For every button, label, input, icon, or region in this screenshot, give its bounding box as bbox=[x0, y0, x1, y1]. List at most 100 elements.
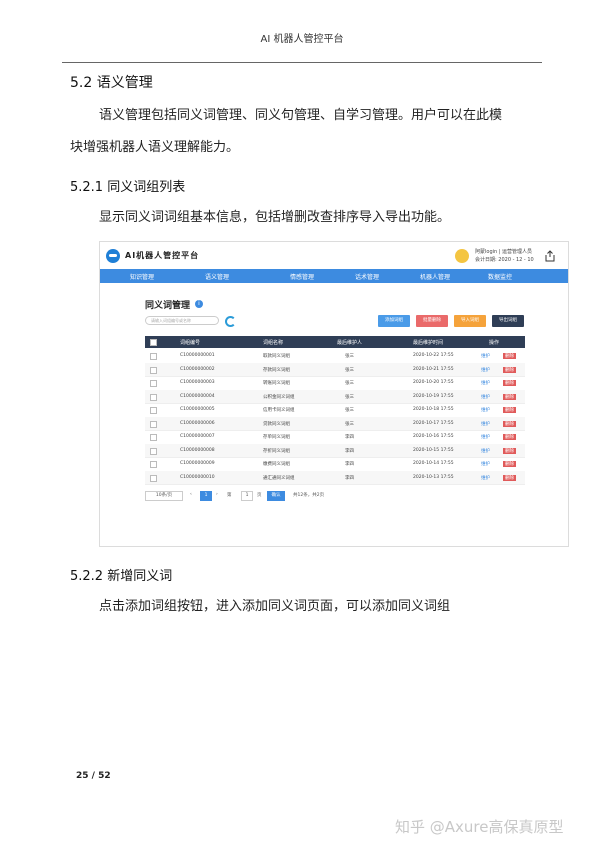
nav-item-knowledge[interactable]: 知识管理 bbox=[130, 272, 154, 281]
maintain-link[interactable]: 维护 bbox=[481, 421, 490, 427]
delete-button[interactable]: 删除 bbox=[503, 434, 516, 440]
cell-time: 2020-10-18 17:55 bbox=[413, 407, 454, 412]
row-checkbox[interactable] bbox=[150, 353, 157, 360]
maintain-link[interactable]: 维护 bbox=[481, 434, 490, 440]
cell-maintainer: 李四 bbox=[345, 462, 354, 467]
table-row: C10000000002 存款同义词组 张三 2020-10-21 17:55 维护 删除 bbox=[145, 362, 525, 377]
row-checkbox[interactable] bbox=[150, 366, 157, 374]
prev-page-icon[interactable]: ‹ bbox=[190, 492, 192, 497]
pagination-total: 共12条，共2页 bbox=[293, 493, 325, 498]
table-row: C10000000007 存单同义词组 李四 2020-10-16 17:55 维护 删除 bbox=[145, 430, 525, 445]
table-row: C10000000005 信用卡同义词组 张三 2020-10-18 17:55 维护 删… bbox=[145, 403, 525, 418]
maintain-link[interactable]: 维护 bbox=[481, 448, 490, 454]
cell-id: C10000000003 bbox=[180, 380, 215, 385]
goto-prefix: 第 bbox=[227, 493, 232, 498]
page-number: 25 / 52 bbox=[76, 771, 111, 781]
paragraph-1-line-1: 语义管理包括同义词管理、同义句管理、自学习管理。用户可以在此模 bbox=[99, 108, 503, 123]
cell-time: 2020-10-14 17:55 bbox=[413, 461, 454, 466]
row-checkbox[interactable] bbox=[150, 474, 157, 482]
next-page-icon[interactable]: › bbox=[216, 492, 218, 497]
row-checkbox[interactable] bbox=[150, 420, 157, 428]
app-logo-icon bbox=[106, 249, 120, 263]
cell-id: C10000000008 bbox=[180, 447, 215, 453]
row-checkbox[interactable] bbox=[150, 434, 157, 441]
cell-id: C10000000010 bbox=[180, 474, 215, 480]
maintain-link[interactable]: 维护 bbox=[481, 380, 490, 386]
pagination: 10条/页 ‹ 1 › 第 1 页 确认 共12条，共2页 bbox=[145, 491, 525, 503]
cell-maintainer: 张三 bbox=[345, 354, 354, 359]
delete-button[interactable]: 删除 bbox=[503, 380, 516, 386]
info-icon[interactable]: i bbox=[195, 300, 203, 308]
accounting-date: 会计日期: 2020 - 12 - 10 bbox=[475, 257, 534, 263]
section-heading-5-2-2: 5.2.2 新增同义词 bbox=[70, 569, 173, 584]
cell-time: 2020-10-15 17:55 bbox=[413, 447, 454, 453]
maintain-link[interactable]: 维护 bbox=[481, 394, 490, 400]
cell-name: 取款同义词组 bbox=[263, 354, 290, 359]
cell-id: C10000000001 bbox=[180, 353, 215, 358]
column-header-id[interactable]: 词组编号 bbox=[180, 339, 200, 346]
export-button[interactable]: 导出词组 bbox=[492, 315, 524, 327]
cell-maintainer: 张三 bbox=[345, 394, 354, 400]
column-header-actions: 操作 bbox=[489, 340, 500, 346]
import-button[interactable]: 导入词组 bbox=[454, 315, 486, 327]
add-group-button[interactable]: 添加词组 bbox=[378, 315, 410, 327]
user-avatar[interactable] bbox=[455, 249, 469, 263]
goto-suffix: 页 bbox=[257, 493, 262, 498]
delete-button[interactable]: 删除 bbox=[503, 407, 516, 413]
column-header-name[interactable]: 词组名称 bbox=[263, 339, 283, 346]
cell-time: 2020-10-16 17:55 bbox=[413, 434, 454, 439]
batch-delete-button[interactable]: 批量删除 bbox=[416, 315, 448, 327]
cell-time: 2020-10-20 17:55 bbox=[413, 380, 454, 385]
nav-item-semantics[interactable]: 语义管理 bbox=[205, 272, 229, 281]
row-checkbox[interactable] bbox=[150, 447, 157, 455]
maintain-link[interactable]: 维护 bbox=[481, 475, 490, 481]
cell-time: 2020-10-22 17:55 bbox=[413, 353, 454, 358]
maintain-link[interactable]: 维护 bbox=[481, 461, 490, 467]
paragraph-3: 点击添加词组按钮，进入添加同义词页面，可以添加同义词组 bbox=[99, 599, 451, 614]
nav-item-scripts[interactable]: 话术管理 bbox=[355, 272, 379, 281]
cell-name: 缴费同义词组 bbox=[263, 462, 290, 467]
select-all-checkbox[interactable] bbox=[150, 339, 157, 346]
cell-id: C10000000002 bbox=[180, 366, 215, 372]
row-checkbox[interactable] bbox=[150, 407, 157, 414]
table-row: C10000000010 通汇通同义词组 李四 2020-10-13 17:55 维护 删… bbox=[145, 470, 525, 485]
cell-name: 信用卡同义词组 bbox=[263, 408, 295, 413]
cell-name: 公积金同义词组 bbox=[263, 394, 295, 400]
cell-time: 2020-10-17 17:55 bbox=[413, 420, 454, 426]
row-checkbox[interactable] bbox=[150, 380, 157, 387]
table-header: 词组编号 词组名称 最后维护人 最后维护时间 操作 bbox=[145, 336, 525, 348]
delete-button[interactable]: 删除 bbox=[503, 393, 516, 400]
delete-button[interactable]: 删除 bbox=[503, 420, 516, 427]
nav-item-monitoring[interactable]: 数据监控 bbox=[488, 272, 512, 281]
table-row: C10000000004 公积金同义词组 张三 2020-10-19 17:55 维护 删… bbox=[145, 389, 525, 404]
refresh-icon[interactable] bbox=[225, 316, 236, 327]
delete-button[interactable]: 删除 bbox=[503, 461, 516, 467]
row-checkbox[interactable] bbox=[150, 461, 157, 468]
maintain-link[interactable]: 维护 bbox=[481, 353, 490, 359]
delete-button[interactable]: 删除 bbox=[503, 447, 516, 454]
goto-page-input[interactable]: 1 bbox=[241, 491, 253, 501]
document-header: AI 机器人管控平台 bbox=[260, 34, 344, 45]
column-header-time[interactable]: 最后维护时间 bbox=[413, 339, 443, 346]
table-row: C10000000001 取款同义词组 张三 2020-10-22 17:55 维护 删除 bbox=[145, 349, 525, 364]
goto-confirm-button[interactable]: 确认 bbox=[267, 491, 285, 501]
search-input[interactable]: 请输入词组编号或名称 bbox=[145, 316, 219, 325]
maintain-link[interactable]: 维护 bbox=[481, 407, 490, 413]
page-size-select[interactable]: 10条/页 bbox=[145, 491, 183, 501]
row-checkbox[interactable] bbox=[150, 393, 157, 401]
cell-maintainer: 李四 bbox=[345, 435, 354, 440]
section-heading-5-2-1: 5.2.1 同义词组列表 bbox=[70, 180, 186, 195]
share-icon[interactable] bbox=[545, 250, 555, 262]
delete-button[interactable]: 删除 bbox=[503, 366, 516, 373]
cell-id: C10000000007 bbox=[180, 434, 215, 439]
delete-button[interactable]: 删除 bbox=[503, 353, 516, 359]
cell-id: C10000000004 bbox=[180, 393, 215, 399]
nav-item-robots[interactable]: 机器人管理 bbox=[420, 272, 450, 281]
cell-name: 转账同义词组 bbox=[263, 381, 290, 386]
delete-button[interactable]: 删除 bbox=[503, 474, 516, 481]
column-header-maintainer[interactable]: 最后维护人 bbox=[337, 339, 362, 346]
page-title: 同义词管理 bbox=[145, 301, 191, 311]
nav-item-emotion[interactable]: 情感管理 bbox=[290, 272, 314, 281]
maintain-link[interactable]: 维护 bbox=[481, 367, 490, 373]
current-page[interactable]: 1 bbox=[200, 491, 212, 501]
